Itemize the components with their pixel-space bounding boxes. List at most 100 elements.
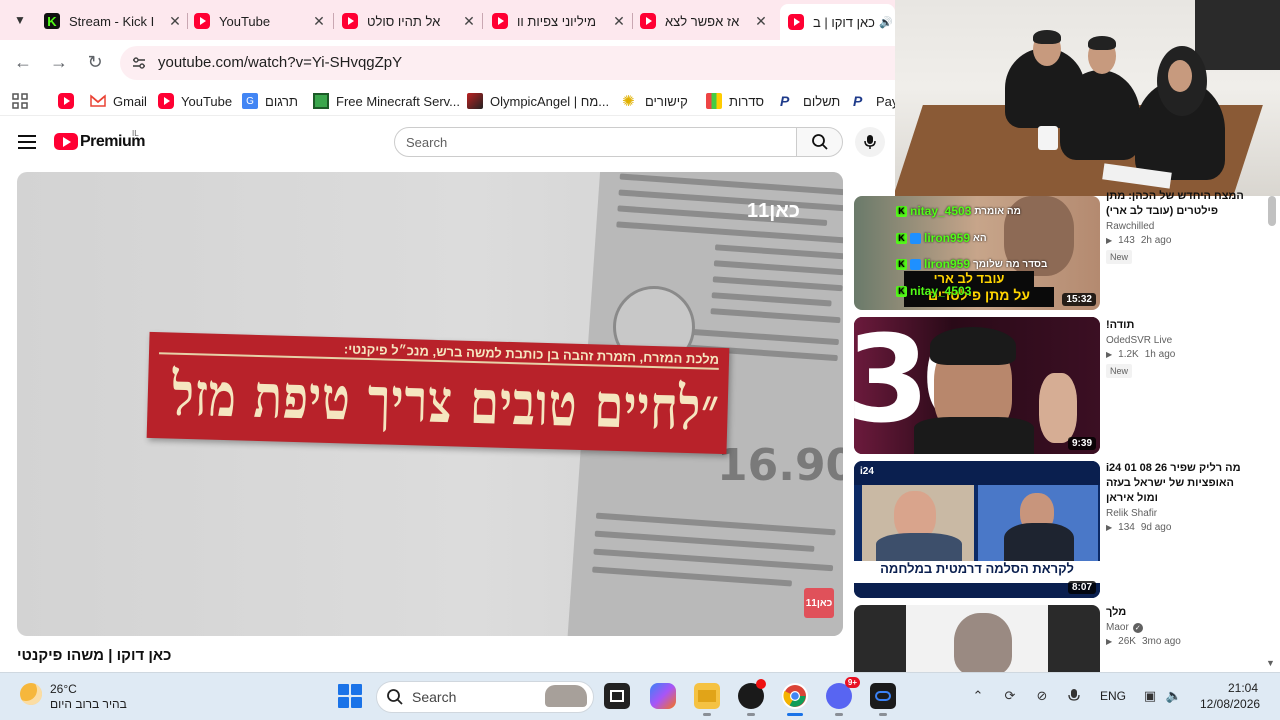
file-explorer-icon[interactable]	[694, 683, 720, 709]
bookmark-gmail[interactable]: Gmail	[90, 92, 147, 110]
menu-icon[interactable]	[18, 135, 36, 149]
microphone-icon[interactable]	[1066, 688, 1082, 704]
close-icon[interactable]: ✕	[166, 13, 184, 30]
video-stats: ▶ 134 9d ago	[1106, 522, 1172, 533]
apps-button[interactable]	[12, 92, 28, 110]
recommended-video-thumbnail[interactable]: 30 9:39	[854, 317, 1100, 454]
scroll-down-arrow-icon[interactable]: ▼	[1266, 658, 1275, 668]
youtube-icon	[788, 14, 804, 30]
recommended-video-thumbnail[interactable]	[854, 605, 1100, 672]
video-duration: 8:07	[1067, 581, 1096, 594]
tab-title: כאן דוקו | ב	[813, 14, 875, 30]
tab-youtube[interactable]: YouTube ✕	[194, 6, 328, 36]
speaker-icon[interactable]: 🔊	[877, 16, 895, 29]
search-icon	[386, 688, 404, 711]
channel-logo: i24	[860, 466, 874, 477]
recommended-video-meta[interactable]: מלך Maor ✓ ▶ 26K 3mo ago	[1106, 605, 1256, 647]
price-tag: 16.90	[717, 440, 843, 491]
youtube-icon	[640, 13, 656, 29]
forward-button[interactable]: →	[47, 50, 71, 74]
start-button[interactable]	[338, 684, 362, 708]
close-icon[interactable]: ✕	[752, 13, 770, 30]
recommended-video-meta[interactable]: i24 01 08 26 מה רליק שפיר האופציות של יש…	[1106, 461, 1256, 533]
scrollbar-thumb[interactable]	[1268, 196, 1276, 226]
taskbar-search-label[interactable]: Search	[412, 689, 456, 705]
copilot-icon[interactable]	[650, 683, 676, 709]
video-stats: ▶ 26K 3mo ago	[1106, 636, 1181, 647]
recommended-video-thumbnail[interactable]: i24 לקראת הסלמה דרמטית במלחמה 8:07	[854, 461, 1100, 598]
weather-description[interactable]: בהיר ברוב היום	[50, 697, 127, 711]
bookmark-links[interactable]: ✺ קישורים	[622, 92, 688, 110]
back-button[interactable]: ←	[11, 50, 35, 74]
close-icon[interactable]: ✕	[610, 13, 628, 30]
recommended-video-meta[interactable]: תודה! OdedSVR Live ▶ 1.2K 1h ago New	[1106, 318, 1256, 379]
channel-watermark: כאן11	[747, 200, 800, 222]
video-title[interactable]: המצח היחדש של הכהן: מתן פילטרים (עובד לב…	[1106, 189, 1256, 219]
display-icon[interactable]: ▣	[1142, 688, 1158, 704]
tab-title: YouTube	[219, 13, 271, 29]
bookmark-paypal[interactable]: P PayP	[853, 92, 895, 110]
no-network-icon[interactable]: ⊘	[1034, 688, 1050, 704]
country-code: IL	[132, 129, 139, 138]
channel-name[interactable]: OdedSVR Live	[1106, 335, 1256, 346]
video-stats: ▶ 1.2K 1h ago	[1106, 349, 1176, 360]
channel-corner-logo[interactable]: כאן11	[804, 588, 834, 618]
clock-time[interactable]: 21:04	[1228, 681, 1258, 695]
tab-active-video[interactable]: כאן דוקו | ב 🔊	[780, 4, 895, 40]
video-title[interactable]: מלך	[1106, 605, 1256, 620]
tab-search-button[interactable]: ▼	[8, 8, 32, 32]
sync-icon[interactable]: ⟳	[1002, 688, 1018, 704]
bookmark-youtube-music[interactable]	[58, 92, 81, 110]
input-language[interactable]: ENG	[1100, 689, 1126, 703]
webcam-overlay	[895, 0, 1280, 196]
search-highlight-icon	[545, 685, 587, 707]
bookmark-olympicangel[interactable]: OlympicAngel | מח...	[467, 92, 609, 110]
bookmark-payment[interactable]: P תשלום	[780, 92, 840, 110]
close-icon[interactable]: ✕	[460, 13, 478, 30]
video-player[interactable]: 16.90 מלכת המזרח, הזמרת זהבה בן כותבת למ…	[17, 172, 843, 636]
tab-video-3[interactable]: מיליוני צפיות וו ✕	[492, 6, 628, 36]
weather-icon[interactable]	[20, 683, 42, 705]
tab-kick[interactable]: K Stream - Kick I ✕	[44, 6, 184, 36]
bookmark-minecraft[interactable]: Free Minecraft Serv...	[313, 92, 460, 110]
youtube-logo-icon[interactable]	[54, 133, 78, 150]
video-title[interactable]: תודה!	[1106, 318, 1256, 333]
close-icon[interactable]: ✕	[310, 13, 328, 30]
app-icon[interactable]	[738, 679, 766, 709]
bookmark-translate[interactable]: G תרגום	[242, 92, 298, 110]
tab-video-2[interactable]: אל תהיו סולט ✕	[342, 6, 478, 36]
recommended-video-thumbnail[interactable]: עובד לב ארי על מתן פילטרים Knitay_4503 מה…	[854, 196, 1100, 310]
bookmark-youtube[interactable]: YouTube	[158, 92, 232, 110]
paypal-icon: P	[853, 93, 863, 109]
chrome-icon[interactable]	[782, 683, 808, 709]
tab-video-4[interactable]: אז אפשר לצא ✕	[640, 6, 770, 36]
task-view-icon[interactable]	[604, 683, 630, 709]
search-button[interactable]	[796, 127, 843, 157]
show-hidden-icons-chevron-icon[interactable]: ⌃	[970, 688, 986, 704]
minecraft-icon	[313, 93, 329, 109]
youtube-icon	[342, 13, 358, 29]
channel-name[interactable]: Rawchilled	[1106, 221, 1256, 232]
url-text[interactable]: youtube.com/watch?v=Yi-SHvqgZpY	[158, 54, 402, 71]
channel-name[interactable]: Relik Shafir	[1106, 508, 1256, 519]
discord-icon[interactable]: 9+	[826, 677, 860, 709]
reload-button[interactable]: ↻	[83, 50, 107, 74]
volume-icon[interactable]: 🔈	[1166, 688, 1182, 704]
voice-search-button[interactable]	[855, 127, 885, 157]
new-badge: New	[1106, 364, 1133, 378]
search-box[interactable]	[394, 127, 797, 157]
bookmark-series[interactable]: סדרות	[706, 92, 764, 110]
channel-name[interactable]: Maor ✓	[1106, 622, 1256, 633]
remote-desktop-icon[interactable]	[870, 683, 896, 709]
search-input[interactable]: Search	[406, 135, 447, 150]
youtube-icon	[492, 13, 508, 29]
site-info-icon[interactable]	[128, 52, 150, 74]
clock-date[interactable]: 12/08/2026	[1200, 697, 1260, 711]
red-banner: מלכת המזרח, הזמרת זהבה בן כותבת למשה ברש…	[146, 331, 730, 455]
video-title[interactable]: i24 01 08 26 מה רליק שפיר האופציות של יש…	[1106, 461, 1256, 506]
sparkle-icon: ✺	[622, 93, 635, 110]
kick-icon: K	[44, 13, 60, 29]
recommended-video-meta[interactable]: המצח היחדש של הכהן: מתן פילטרים (עובד לב…	[1106, 189, 1256, 265]
chat-message: Kliron959 הא	[896, 231, 987, 245]
weather-temperature[interactable]: 26°C	[50, 682, 77, 696]
